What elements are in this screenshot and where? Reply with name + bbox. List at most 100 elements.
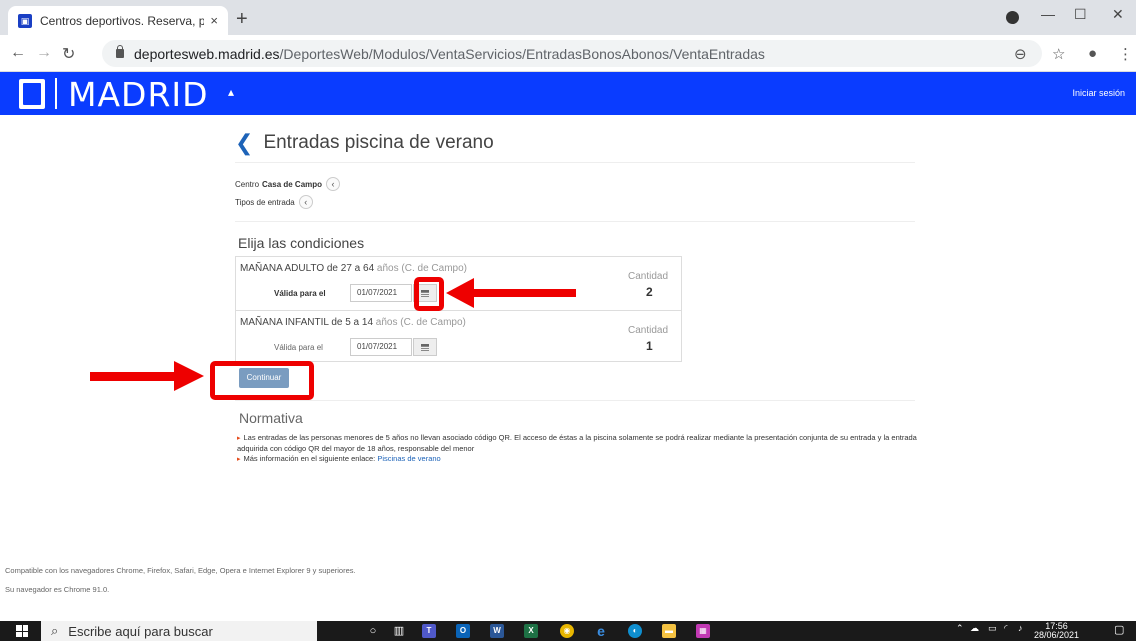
quantity-value[interactable]: 2 <box>646 285 653 299</box>
zoom-icon[interactable]: ⊖ <box>1014 45 1027 63</box>
page-title: ❮ Entradas piscina de verano <box>235 132 494 154</box>
url-host: deportesweb.madrid.es <box>134 45 280 62</box>
divider <box>235 221 915 222</box>
menu-kebab-icon[interactable]: ⋮ <box>1118 45 1133 63</box>
ticket-description: MAÑANA ADULTO de 27 a 64 años (C. de Cam… <box>240 263 467 274</box>
tab-title: Centros deportivos. Reserva, pag <box>40 13 205 28</box>
page-title-text: Entradas piscina de verano <box>263 132 494 153</box>
date-input[interactable]: 01/07/2021 <box>350 338 412 356</box>
calendar-icon <box>421 343 429 351</box>
profile-indicator-icon[interactable] <box>1006 11 1019 24</box>
volume-icon[interactable]: ♪ <box>1018 623 1023 633</box>
bullet-icon: ▸ <box>237 435 241 442</box>
tipos-back-icon[interactable]: ‹ <box>298 195 313 209</box>
tray-chevron-icon[interactable]: ⌃ <box>956 623 964 634</box>
new-tab-button[interactable]: + <box>236 8 248 31</box>
task-view-icon[interactable]: ▥ <box>392 624 406 638</box>
arrow-to-calendar <box>470 289 576 297</box>
normativa-item-text: Las entradas de las personas menores de … <box>237 433 917 453</box>
browser-tabstrip: ▣ Centros deportivos. Reserva, pag × + —… <box>0 0 1136 35</box>
back-arrow-icon[interactable]: ← <box>10 44 26 62</box>
arrow-to-continue <box>90 372 176 381</box>
ticket-name: MAÑANA INFANTIL de <box>240 317 346 328</box>
cortana-icon[interactable]: ○ <box>366 624 380 638</box>
battery-icon[interactable]: ▭ <box>988 623 997 634</box>
notifications-icon[interactable]: ▢ <box>1114 623 1124 636</box>
ticket-name: MAÑANA ADULTO de <box>240 263 341 274</box>
edge-icon[interactable]: ◐ <box>628 624 642 638</box>
age-to: 14 <box>361 317 374 328</box>
date-input[interactable]: 01/07/2021 <box>350 284 412 302</box>
login-link[interactable]: Iniciar sesión <box>1072 88 1125 98</box>
file-explorer-icon[interactable]: ▬ <box>662 624 676 638</box>
lock-icon <box>116 45 124 58</box>
teams-icon[interactable]: T <box>422 624 436 638</box>
quantity-label: Cantidad <box>628 271 669 282</box>
arrow-head-icon <box>446 278 474 308</box>
taskbar-clock[interactable]: 17:56 28/06/2021 <box>1034 622 1079 640</box>
account-icon[interactable]: ● <box>1088 45 1097 62</box>
quantity-label: Cantidad <box>628 325 669 336</box>
age-sep: a <box>351 263 364 274</box>
breadcrumb-centro: Centro Casa de Campo ‹ <box>235 177 341 191</box>
forward-arrow-icon[interactable]: → <box>36 44 52 62</box>
bullet-icon: ▸ <box>237 456 241 463</box>
windows-taskbar: ⌕ Escribe aquí para buscar ○ ▥ T O W X ◉… <box>0 621 1136 641</box>
normativa-item: ▸ Las entradas de las personas menores de… <box>237 433 917 454</box>
excel-icon[interactable]: X <box>524 624 538 638</box>
chrome-icon[interactable]: ◉ <box>560 624 574 638</box>
back-chevron-icon[interactable]: ❮ <box>235 132 253 154</box>
browser-info: Su navegador es Chrome 91.0. <box>5 585 110 594</box>
normativa-item-text: Más información en el siguiente enlace: <box>243 454 378 463</box>
close-tab-icon[interactable]: × <box>210 13 218 28</box>
close-window-button[interactable]: ✕ <box>1112 6 1124 23</box>
taskbar-search-placeholder: Escribe aquí para buscar <box>68 623 213 639</box>
normativa-item: ▸ Más información en el siguiente enlace:… <box>237 454 917 465</box>
ie-icon[interactable]: e <box>594 624 608 638</box>
ticket-row-infantil: MAÑANA INFANTIL de 5 a 14 años (C. de Ca… <box>236 310 681 363</box>
brand-title[interactable]: MADRID <box>68 75 209 114</box>
browser-toolbar: ← → ↻ deportesweb.madrid.es/DeportesWeb/… <box>0 35 1136 72</box>
search-icon: ⌕ <box>51 623 59 638</box>
ticket-location: años (C. de Campo) <box>374 263 467 274</box>
onedrive-icon[interactable]: ☁ <box>970 623 979 634</box>
age-sep: a <box>350 317 362 328</box>
centro-back-icon[interactable]: ‹ <box>326 177 341 191</box>
madrid-favicon-icon: ▣ <box>18 13 32 28</box>
piscinas-link[interactable]: Piscinas de verano <box>377 454 440 463</box>
age-from: 27 <box>340 263 352 274</box>
reload-icon[interactable]: ↻ <box>62 44 75 64</box>
breadcrumb-tipos: Tipos de entrada ‹ <box>235 195 313 209</box>
ticket-description: MAÑANA INFANTIL de 5 a 14 años (C. de Ca… <box>240 317 466 328</box>
browser-tab[interactable]: ▣ Centros deportivos. Reserva, pag × <box>8 6 228 35</box>
outlook-icon[interactable]: O <box>456 624 470 638</box>
conditions-box: MAÑANA ADULTO de 27 a 64 años (C. de Cam… <box>235 256 682 362</box>
site-header: MADRID ▴ Iniciar sesión <box>0 72 1136 115</box>
address-bar[interactable]: deportesweb.madrid.es/DeportesWeb/Modulo… <box>102 40 1042 67</box>
bookmark-star-icon[interactable]: ☆ <box>1052 45 1065 63</box>
screen: ▣ Centros deportivos. Reserva, pag × + —… <box>0 0 1136 641</box>
home-icon[interactable]: ▴ <box>228 85 234 99</box>
quantity-value[interactable]: 1 <box>646 339 653 353</box>
madrid-crest-icon[interactable] <box>19 79 45 109</box>
network-icon[interactable]: ◜ <box>1004 623 1008 634</box>
store-app-icon[interactable]: ▦ <box>696 624 710 638</box>
windows-start-icon[interactable] <box>16 625 28 637</box>
maximize-button[interactable]: ☐ <box>1074 6 1087 23</box>
word-icon[interactable]: W <box>490 624 504 638</box>
divider <box>235 400 915 401</box>
taskbar-search[interactable]: ⌕ Escribe aquí para buscar <box>41 621 317 641</box>
valid-date-label: Válida para el <box>274 289 326 298</box>
normativa-title: Normativa <box>239 410 303 426</box>
divider <box>235 162 915 163</box>
compat-note: Compatible con los navegadores Chrome, F… <box>5 566 356 575</box>
header-divider <box>55 78 57 109</box>
continue-highlight-box <box>210 361 314 400</box>
ticket-location: años (C. de Campo) <box>373 317 466 328</box>
url-path: /DeportesWeb/Modulos/VentaServicios/Entr… <box>279 45 765 62</box>
tipos-label: Tipos de entrada <box>235 197 295 207</box>
minimize-button[interactable]: — <box>1041 6 1055 22</box>
normativa-text: ▸ Las entradas de las personas menores de… <box>237 433 917 465</box>
calendar-button[interactable] <box>413 338 437 356</box>
age-to: 64 <box>363 263 375 274</box>
